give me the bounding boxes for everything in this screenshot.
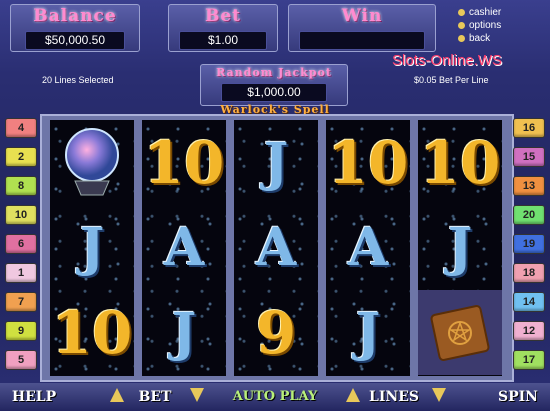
- balance-panel: Balance $50,000.50: [10, 4, 140, 52]
- line-button-10[interactable]: 10: [5, 205, 37, 225]
- reel-cell: J: [355, 302, 381, 363]
- bet-label: Bet: [204, 6, 242, 26]
- line-button-12[interactable]: 12: [513, 321, 545, 341]
- reel-3: J A 9: [234, 120, 318, 376]
- balance-value: $50,000.50: [25, 31, 125, 50]
- spin-button[interactable]: SPIN: [490, 386, 546, 408]
- line-button-19[interactable]: 19: [513, 234, 545, 254]
- cashier-icon: [458, 9, 465, 16]
- jackpot-panel: Random Jackpot $1,000.00: [200, 64, 348, 106]
- help-button[interactable]: HELP: [4, 386, 64, 408]
- reel-cell: 10: [143, 128, 225, 197]
- reel-cell: 9: [255, 298, 297, 367]
- line-button-17[interactable]: 17: [513, 350, 545, 370]
- line-button-9[interactable]: 9: [5, 321, 37, 341]
- reel-cell: A: [347, 217, 389, 278]
- reel-cell: 10: [419, 128, 501, 197]
- menu-item-back[interactable]: back: [458, 32, 546, 45]
- line-button-15[interactable]: 15: [513, 147, 545, 167]
- reel-cell: [50, 120, 134, 205]
- line-button-2[interactable]: 2: [5, 147, 37, 167]
- menu: cashier options back: [458, 6, 546, 45]
- line-button-8[interactable]: 8: [5, 176, 37, 196]
- reels-frame: J 10 10 A J J A 9 10 A J 10 J: [40, 114, 514, 382]
- jackpot-value: $1,000.00: [221, 83, 327, 102]
- lines-up-arrow-icon[interactable]: [432, 388, 446, 402]
- reel-cell: J: [447, 217, 473, 278]
- reel-cell: J: [79, 217, 105, 278]
- lines-button[interactable]: LINES: [362, 386, 426, 408]
- reel-4: 10 A J: [326, 120, 410, 376]
- reel-5: 10 J: [418, 120, 502, 376]
- bet-down-arrow-icon[interactable]: [110, 388, 124, 402]
- reel-1: J 10: [50, 120, 134, 376]
- bet-per-line: $0.05 Bet Per Line: [414, 75, 489, 85]
- line-button-5[interactable]: 5: [5, 350, 37, 370]
- reel-2: 10 A J: [142, 120, 226, 376]
- line-button-16[interactable]: 16: [513, 118, 545, 138]
- lines-selected: 20 Lines Selected: [42, 75, 114, 85]
- line-button-13[interactable]: 13: [513, 176, 545, 196]
- menu-item-cashier[interactable]: cashier: [458, 6, 546, 19]
- back-icon: [458, 35, 465, 42]
- reel-cell: [418, 290, 502, 375]
- site-watermark: Slots-Online.WS: [392, 52, 503, 69]
- lines-down-arrow-icon[interactable]: [346, 388, 360, 402]
- crystal-ball-icon: [65, 127, 119, 195]
- reel-cell: J: [171, 302, 197, 363]
- line-button-1[interactable]: 1: [5, 263, 37, 283]
- bet-value: $1.00: [179, 31, 267, 50]
- jackpot-label: Random Jackpot: [216, 66, 332, 79]
- reel-cell: J: [263, 132, 289, 193]
- line-button-7[interactable]: 7: [5, 292, 37, 312]
- line-button-14[interactable]: 14: [513, 292, 545, 312]
- reel-cell: A: [255, 217, 297, 278]
- reel-cell: A: [163, 217, 205, 278]
- bet-up-arrow-icon[interactable]: [190, 388, 204, 402]
- line-button-20[interactable]: 20: [513, 205, 545, 225]
- spell-book-icon: [430, 304, 490, 361]
- autoplay-button[interactable]: AUTO PLAY: [232, 386, 318, 408]
- reel-cell: 10: [327, 128, 409, 197]
- control-bar: HELP BET AUTO PLAY LINES SPIN: [0, 383, 550, 411]
- reel-cell: 10: [51, 298, 133, 367]
- menu-item-options[interactable]: options: [458, 19, 546, 32]
- win-label: Win: [341, 6, 383, 26]
- slot-machine: Balance $50,000.50 Bet $1.00 Win cashier…: [0, 0, 550, 411]
- line-button-6[interactable]: 6: [5, 234, 37, 254]
- options-icon: [458, 22, 465, 29]
- win-panel: Win: [288, 4, 436, 52]
- line-button-4[interactable]: 4: [5, 118, 37, 138]
- line-button-18[interactable]: 18: [513, 263, 545, 283]
- bet-panel: Bet $1.00: [168, 4, 278, 52]
- win-value: [299, 31, 425, 50]
- bet-button[interactable]: BET: [128, 386, 182, 408]
- balance-label: Balance: [33, 6, 117, 26]
